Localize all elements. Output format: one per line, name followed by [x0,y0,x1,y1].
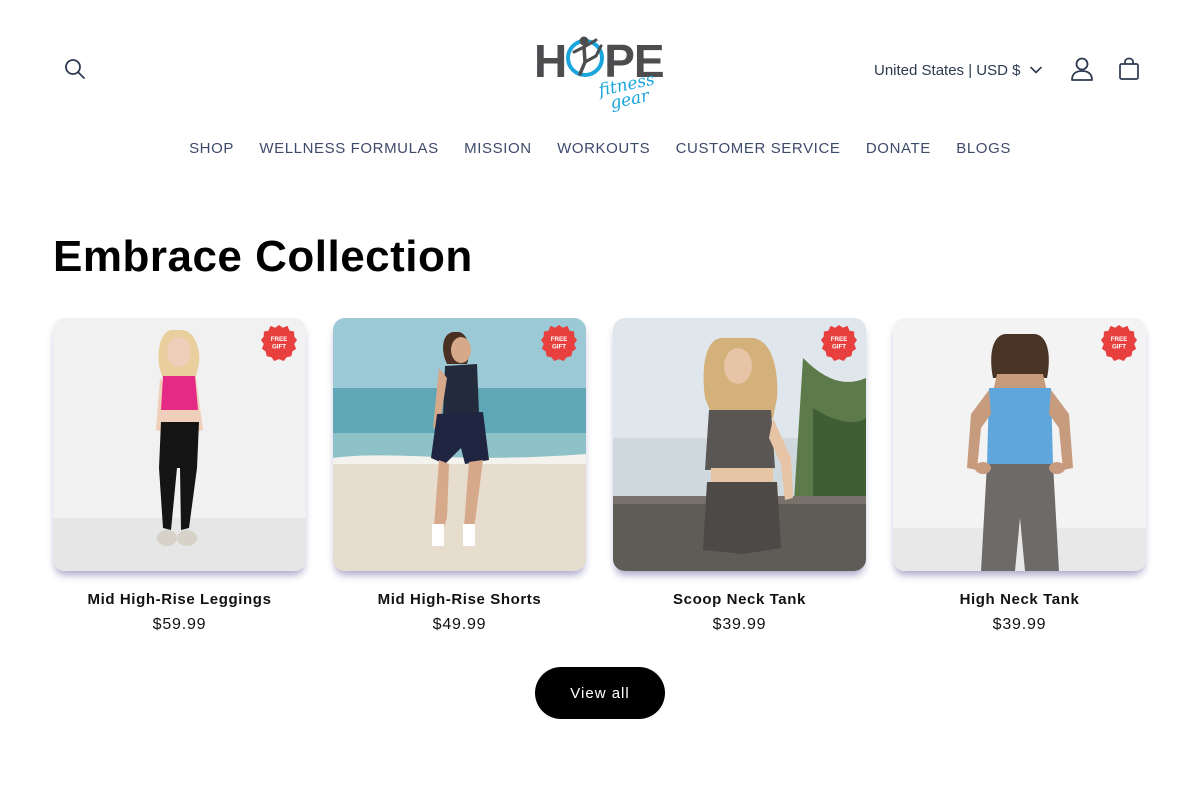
country-currency-selector[interactable]: United States | USD $ [866,56,1050,84]
chevron-down-icon [1030,66,1043,74]
product-name[interactable]: High Neck Tank [893,591,1146,608]
product-name[interactable]: Mid High-Rise Shorts [333,591,586,608]
badge-line2: GIFT [272,344,286,351]
nav-item-workouts[interactable]: WORKOUTS [544,136,663,161]
product-image[interactable]: FREE GIFT [893,318,1146,571]
badge-line2: GIFT [1112,344,1126,351]
product-name[interactable]: Mid High-Rise Leggings [53,591,306,608]
product-card[interactable]: FREE GIFT Mid High-Rise Shorts $49.99 [333,318,586,634]
badge-line2: GIFT [832,344,846,351]
product-card[interactable]: FREE GIFT Scoop Neck Tank $39.99 [613,318,866,634]
country-label: United States | USD $ [874,61,1021,79]
product-price: $59.99 [152,616,207,633]
free-gift-badge: FREE GIFT [540,324,578,362]
product-image[interactable]: FREE GIFT [53,318,306,571]
product-price: $39.99 [992,616,1047,633]
brand-logo[interactable]: H PE fitness gear [530,30,670,114]
site-header: H PE fitness gear United States | USD $ [0,0,1200,190]
product-image[interactable]: FREE GIFT [613,318,866,571]
badge-line1: FREE [831,336,847,343]
nav-item-donate[interactable]: DONATE [853,136,943,161]
badge-line1: FREE [271,336,287,343]
view-all-button[interactable]: View all [535,667,665,719]
product-name[interactable]: Scoop Neck Tank [613,591,866,608]
product-card[interactable]: FREE GIFT Mid High-Rise Leggings $59.99 [53,318,306,634]
free-gift-badge: FREE GIFT [820,324,858,362]
nav-item-shop[interactable]: SHOP [176,136,246,161]
badge-line1: FREE [551,336,567,343]
free-gift-badge: FREE GIFT [260,324,298,362]
badge-line2: GIFT [552,344,566,351]
search-button[interactable] [53,47,97,91]
logo-figure-o [566,36,605,77]
search-icon [65,59,85,79]
bag-icon [1119,57,1139,80]
nav-item-mission[interactable]: MISSION [451,136,544,161]
product-card[interactable]: FREE GIFT High Neck Tank $39.99 [893,318,1146,634]
main-navigation: SHOP WELLNESS FORMULAS MISSION WORKOUTS … [0,136,1200,161]
badge-line1: FREE [1111,336,1127,343]
account-button[interactable] [1060,47,1104,91]
product-grid: FREE GIFT Mid High-Rise Leggings $59.99 [53,318,1148,634]
collection-title: Embrace Collection [53,232,473,281]
free-gift-badge: FREE GIFT [1100,324,1138,362]
logo-tagline: fitness gear [597,70,660,114]
logo-letter-h: H [534,35,567,87]
product-price: $39.99 [712,616,767,633]
product-price: $49.99 [432,616,487,633]
cart-button[interactable] [1107,47,1151,91]
nav-item-blogs[interactable]: BLOGS [944,136,1024,161]
product-image[interactable]: FREE GIFT [333,318,586,571]
nav-item-wellness-formulas[interactable]: WELLNESS FORMULAS [247,136,452,161]
nav-item-customer-service[interactable]: CUSTOMER SERVICE [663,136,853,161]
user-icon [1071,57,1093,81]
